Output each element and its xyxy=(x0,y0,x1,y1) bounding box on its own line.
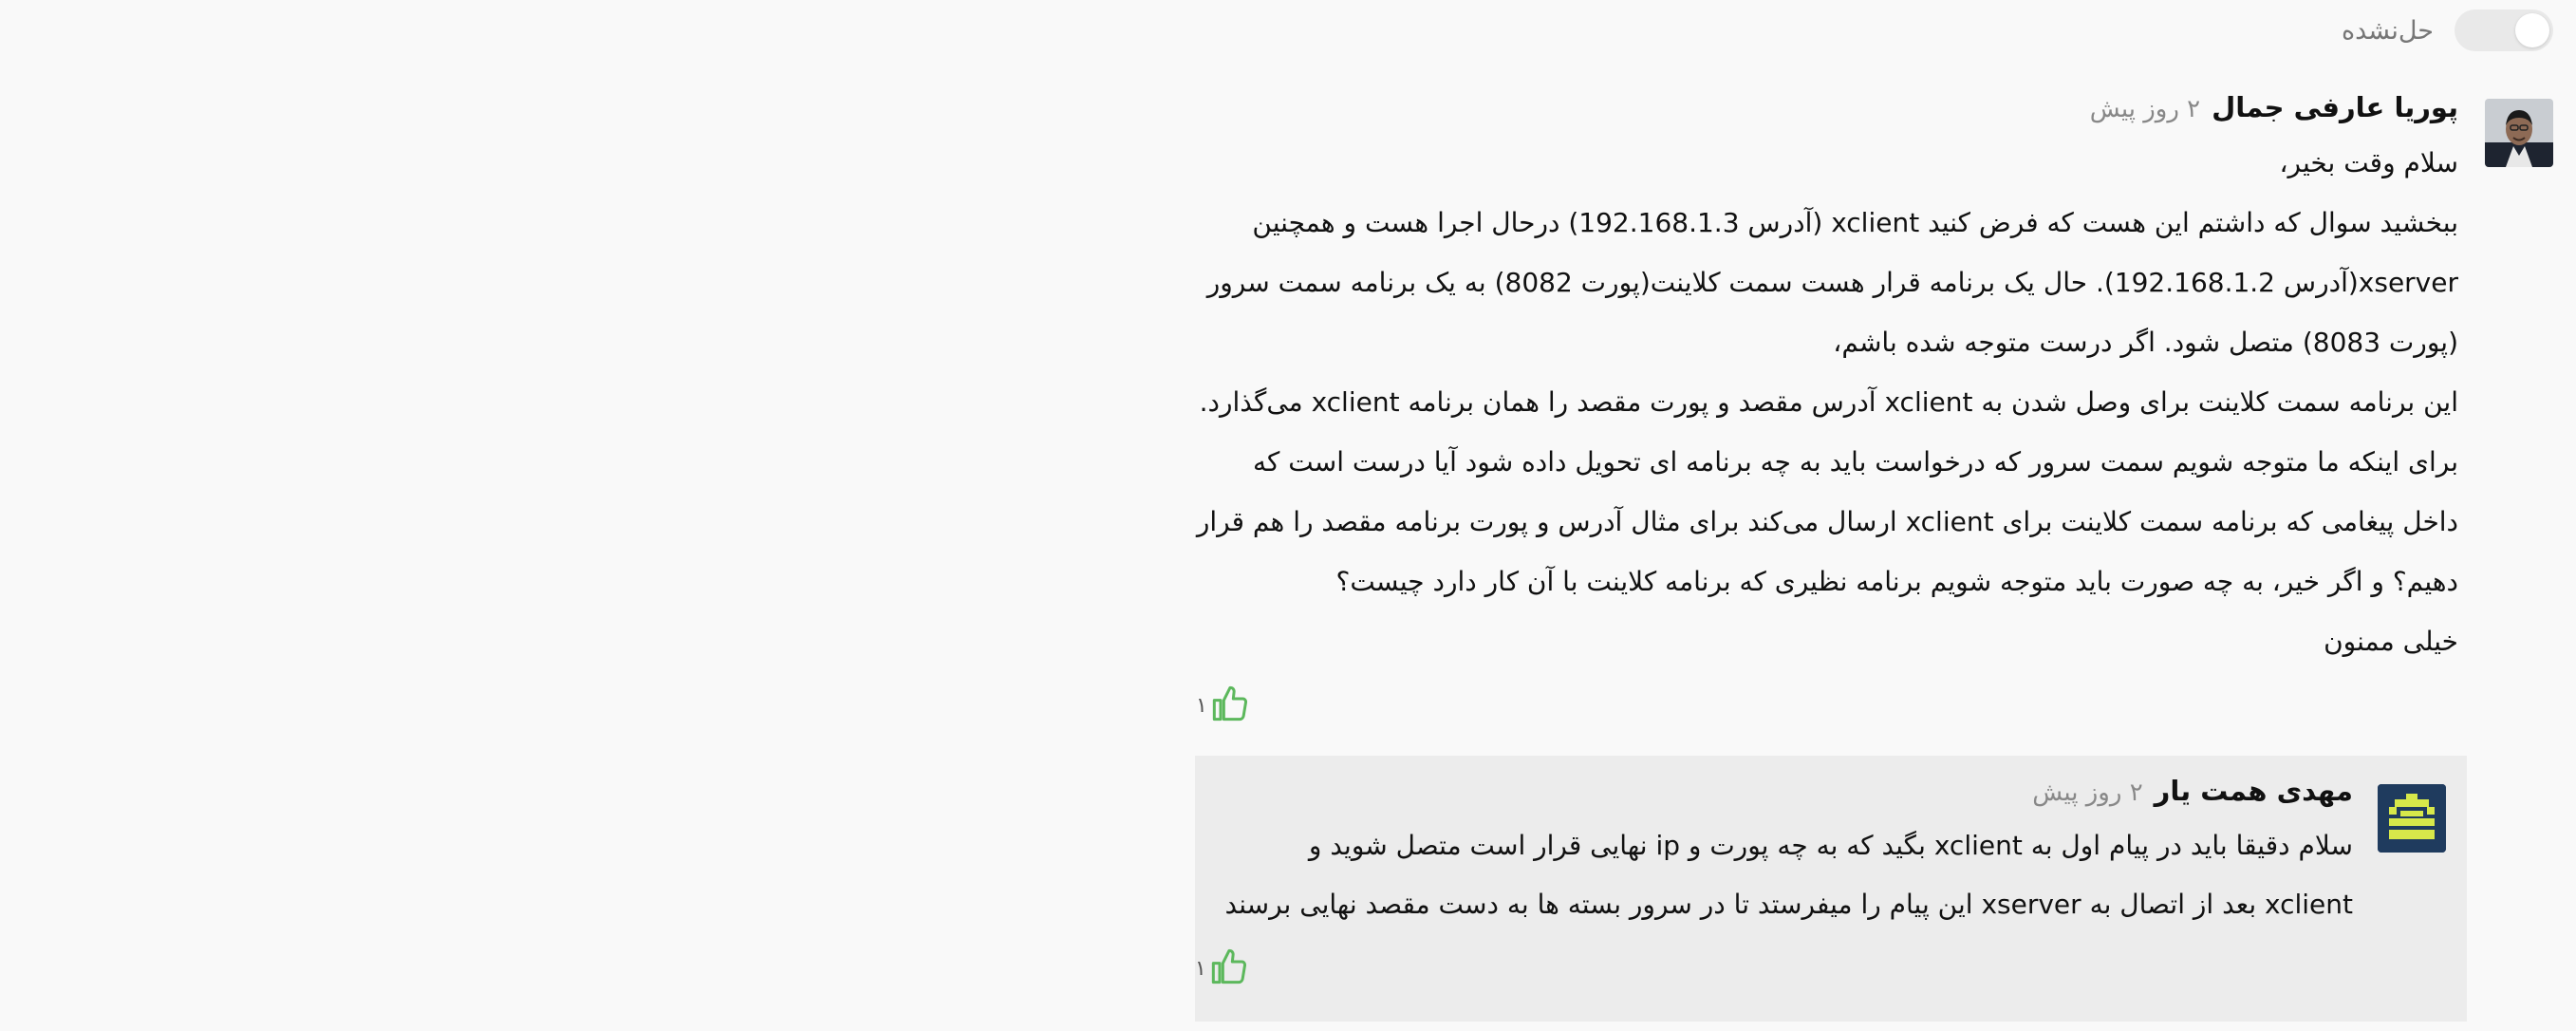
reply-avatar[interactable] xyxy=(2378,784,2446,853)
reply-time: ۲ روز پیش xyxy=(2032,778,2143,807)
reply-author-line: مهدی همت یار ۲ روز پیش xyxy=(1195,775,2353,816)
reply-post: مهدی همت یار ۲ روز پیش سلام دقیقا باید د… xyxy=(1195,756,2467,1022)
reply-like-row: ۱ xyxy=(1195,940,2353,997)
author-line: پوریا عارفی جمال ۲ روز پیش xyxy=(1196,91,2458,133)
resolved-toggle-label: حل‌نشده xyxy=(2341,15,2434,46)
resolved-toggle-row: حل‌نشده xyxy=(2342,9,2553,51)
toggle-knob xyxy=(2515,13,2549,47)
like-count: ۱ xyxy=(1196,693,1207,718)
post-time: ۲ روز پیش xyxy=(2089,95,2201,123)
message-line: سلام دقیقا باید در پیام اول به xclient ب… xyxy=(1308,830,2353,861)
message-line: خیلی ممنون xyxy=(2324,626,2458,657)
reply-like-count: ۱ xyxy=(1195,956,1206,981)
question-post: پوریا عارفی جمال ۲ روز پیش سلام وقت بخیر… xyxy=(1196,91,2553,734)
message-line: xclient بعد از اتصال به xserver این پیام… xyxy=(1224,889,2354,920)
message-line: دهیم؟ و اگر خیر، به چه صورت باید متوجه ش… xyxy=(1335,566,2458,597)
message-line: داخل پیغامی که برنامه سمت کلاینت برای xc… xyxy=(1196,506,2458,537)
user-avatar[interactable] xyxy=(2485,99,2553,167)
message-line: برای اینکه ما متوجه شویم سمت سرور که درخ… xyxy=(1253,446,2458,478)
author-name[interactable]: پوریا عارفی جمال xyxy=(2212,91,2458,123)
like-row: ۱ xyxy=(1196,677,2458,734)
question-message: سلام وقت بخیر، ببخشید سوال که داشتم این … xyxy=(1196,133,2458,671)
message-line: سلام وقت بخیر، xyxy=(2279,147,2458,178)
reply-message: سلام دقیقا باید در پیام اول به xclient ب… xyxy=(1195,816,2354,934)
message-line: (پورت 8083) متصل شود. اگر درست متوجه شده… xyxy=(1833,327,2458,358)
message-line: این برنامه سمت کلاینت برای وصل شدن به xc… xyxy=(1199,386,2458,418)
resolved-toggle[interactable] xyxy=(2455,9,2553,51)
thumbs-up-icon[interactable] xyxy=(1210,947,1248,989)
thumbs-up-icon[interactable] xyxy=(1211,684,1249,726)
message-line: ببخشید سوال که داشتم این هست که فرض کنید… xyxy=(1252,207,2458,238)
reply-author-name[interactable]: مهدی همت یار xyxy=(2155,775,2353,807)
message-line: xserver(آدرس 192.168.1.2). حال یک برنامه… xyxy=(1206,267,2458,298)
